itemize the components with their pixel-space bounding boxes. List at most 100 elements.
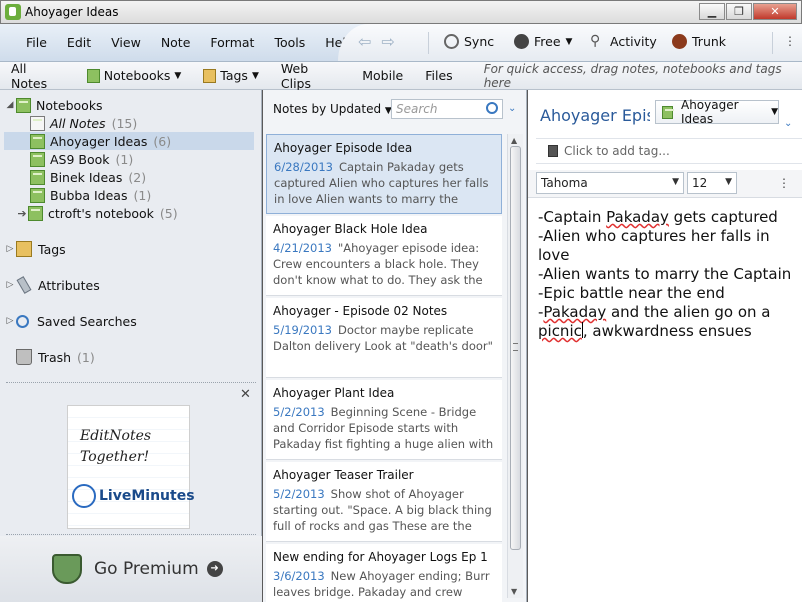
sidebar-item-binek-ideas[interactable]: Binek Ideas (2) — [30, 168, 146, 186]
chevron-down-icon[interactable]: ⌄ — [508, 103, 516, 114]
notebook-selector[interactable]: Ahoyager Ideas ▼ — [655, 98, 779, 126]
sidebar-section-tags[interactable]: ▷ Tags — [4, 240, 66, 258]
note-card-snippet: 6/28/2013 Captain Pakaday gets captured A… — [274, 159, 494, 207]
trunk-button[interactable]: Trunk — [672, 34, 726, 49]
note-card-title: Ahoyager - Episode 02 Notes — [273, 304, 448, 318]
chevron-down-icon: ▼ — [174, 70, 182, 81]
collapse-caret-icon[interactable]: ◢ — [4, 100, 16, 110]
left-sidebar: ◢ Notebooks All Notes (15) Ahoyager Idea… — [0, 90, 262, 602]
ad-banner[interactable]: EditNotes Together! LiveMinutes — [67, 405, 195, 529]
shortcut-web-clips[interactable]: Web Clips — [270, 61, 351, 91]
note-card-title: Ahoyager Teaser Trailer — [273, 468, 414, 482]
sort-dropdown[interactable]: Notes by Updated ▼ — [273, 102, 392, 116]
misspelled-word[interactable]: Pakaday — [606, 208, 669, 226]
note-card-date: 3/6/2013 — [273, 569, 325, 583]
note-body-line: -Pakaday and the alien go on a — [538, 303, 794, 322]
sidebar-item-count: (2) — [128, 169, 147, 185]
satellite-icon: ⚲ — [590, 33, 601, 49]
font-size-value: 12 — [692, 176, 708, 190]
sidebar-section-attributes[interactable]: ▷ Attributes — [4, 276, 100, 294]
ad-close-icon[interactable]: ✕ — [240, 387, 251, 402]
sidebar-item-ahoyager-ideas[interactable]: Ahoyager Ideas (6) — [4, 132, 254, 150]
close-button[interactable]: ✕ — [753, 3, 797, 20]
go-premium-button[interactable]: Go Premium ➜ — [0, 536, 262, 602]
search-icon[interactable] — [486, 102, 498, 114]
menu-file[interactable]: File — [16, 35, 57, 50]
forward-arrow-icon[interactable]: ⇨ — [381, 32, 394, 51]
back-arrow-icon[interactable]: ⇦ — [358, 32, 371, 51]
sidebar-item-label: AS9 Book — [50, 151, 110, 167]
activity-button[interactable]: ⚲ Activity — [590, 33, 657, 50]
expand-caret-icon[interactable]: ▷ — [4, 280, 16, 290]
sidebar-section-saved-searches[interactable]: ▷ Saved Searches — [4, 312, 137, 330]
minimize-button[interactable]: ▁ — [699, 3, 725, 20]
sidebar-item-ctrofts-notebook[interactable]: ➔ ctroft's notebook (5) — [16, 204, 178, 222]
sidebar-item-count: (6) — [153, 133, 172, 149]
note-body[interactable]: -Captain Pakaday gets captured -Alien wh… — [538, 208, 794, 341]
misspelled-word[interactable]: Pakaday — [543, 303, 606, 321]
sidebar-section-trash[interactable]: Trash (1) — [16, 348, 95, 366]
title-bar: Ahoyager Ideas ▁ ❐ ✕ — [0, 0, 802, 24]
note-editor: Ahoyager Episc Ahoyager Ideas ▼ ⌄ Click … — [528, 90, 802, 602]
expand-caret-icon[interactable]: ▷ — [4, 316, 16, 326]
menu-tools[interactable]: Tools — [264, 35, 315, 50]
shortcut-files[interactable]: Files — [414, 68, 463, 83]
note-card[interactable]: Ahoyager Teaser Trailer 5/2/2013 Show sho… — [266, 462, 502, 542]
expand-caret-icon[interactable]: ▷ — [4, 244, 16, 254]
notebook-icon — [662, 105, 674, 119]
sidebar-item-all-notes[interactable]: All Notes (15) — [30, 114, 137, 132]
sidebar-divider — [6, 382, 256, 383]
scrollbar-thumb[interactable] — [510, 146, 521, 550]
note-card[interactable]: New ending for Ahoyager Logs Ep 1 3/6/20… — [266, 544, 502, 602]
text-segment: -Captain — [538, 208, 607, 226]
note-card-date: 5/2/2013 — [273, 405, 325, 419]
sidebar-item-as9-book[interactable]: AS9 Book (1) — [30, 150, 133, 168]
ad-logo: LiveMinutes — [72, 484, 195, 508]
shortcut-mobile[interactable]: Mobile — [351, 68, 414, 83]
search-input[interactable]: Search — [391, 99, 503, 119]
font-size-select[interactable]: 12 ▼ — [687, 172, 737, 194]
sidebar-attributes-label: Attributes — [38, 277, 100, 293]
tag-input[interactable]: Click to add tag... — [536, 138, 802, 164]
note-title-input[interactable]: Ahoyager Episc — [540, 106, 650, 125]
scroll-up-icon[interactable]: ▲ — [511, 136, 517, 145]
window-title: Ahoyager Ideas — [25, 5, 119, 19]
notebook-icon — [30, 133, 45, 149]
note-card-date: 5/19/2013 — [273, 323, 332, 337]
misspelled-word[interactable]: picnic — [538, 322, 582, 340]
shortcut-notebooks-label: Notebooks — [103, 68, 171, 83]
note-card[interactable]: Ahoyager - Episode 02 Notes 5/19/2013 Doc… — [266, 298, 502, 378]
shortcut-all-notes[interactable]: All Notes — [0, 61, 76, 91]
shortcut-tags[interactable]: Tags ▼ — [192, 68, 270, 83]
sync-button[interactable]: Sync — [444, 34, 494, 49]
toolbar-overflow-icon[interactable]: ⋮ — [784, 34, 796, 48]
menu-format[interactable]: Format — [200, 35, 264, 50]
menu-toolbar: File Edit View Note Format Tools Help ⇦ … — [0, 24, 802, 62]
more-formatting-icon[interactable]: ⋮ — [778, 176, 790, 190]
text-segment: -Alien who captures her falls in love — [538, 227, 775, 264]
account-button[interactable]: Free ▼ — [514, 34, 572, 49]
account-label: Free — [534, 34, 561, 49]
chevron-down-icon[interactable]: ⌄ — [784, 118, 792, 129]
shortcut-notebooks[interactable]: Notebooks ▼ — [76, 68, 193, 83]
scroll-down-icon[interactable]: ▼ — [511, 587, 517, 596]
menu-note[interactable]: Note — [151, 35, 201, 50]
note-card[interactable]: Ahoyager Plant Idea 5/2/2013 Beginning Sc… — [266, 380, 502, 460]
notebook-icon — [30, 151, 45, 167]
font-family-select[interactable]: Tahoma ▼ — [536, 172, 684, 194]
sync-label: Sync — [464, 34, 495, 49]
note-card[interactable]: Ahoyager Black Hole Idea 4/21/2013 "Ahoya… — [266, 216, 502, 296]
note-body-line: picnic, awkwardness ensues — [538, 322, 794, 341]
sidebar-notebooks-header[interactable]: ◢ Notebooks — [4, 96, 103, 114]
tag-icon — [548, 145, 558, 157]
note-card-selected[interactable]: Ahoyager Episode Idea 6/28/2013 Captain P… — [266, 134, 502, 214]
sidebar-item-count: (1) — [115, 151, 134, 167]
menu-edit[interactable]: Edit — [57, 35, 101, 50]
maximize-button[interactable]: ❐ — [726, 3, 752, 20]
sidebar-item-label: Binek Ideas — [50, 169, 123, 185]
note-list-scrollbar[interactable]: ▲ ▼ — [507, 134, 523, 598]
menu-view[interactable]: View — [101, 35, 151, 50]
note-body-line: -Epic battle near the end — [538, 284, 794, 303]
notebook-selector-label: Ahoyager Ideas — [680, 98, 739, 126]
sidebar-item-bubba-ideas[interactable]: Bubba Ideas (1) — [30, 186, 151, 204]
